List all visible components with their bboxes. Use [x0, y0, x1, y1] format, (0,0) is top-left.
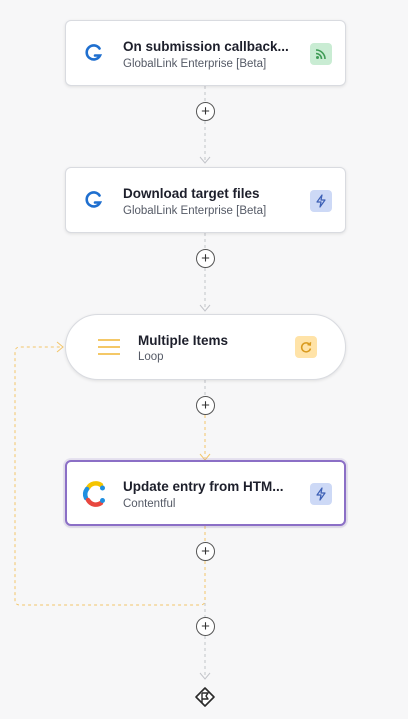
- workflow-node-update-entry[interactable]: Update entry from HTM... Contentful: [65, 460, 346, 526]
- node-title: On submission callback...: [123, 39, 289, 54]
- workflow-node-submission-callback[interactable]: On submission callback... GlobalLink Ent…: [65, 20, 346, 86]
- add-step-button[interactable]: +: [196, 102, 215, 121]
- loop-icon: [295, 336, 317, 358]
- workflow-node-download-target-files[interactable]: Download target files GlobalLink Enterpr…: [65, 167, 346, 233]
- node-title: Multiple Items: [138, 333, 229, 348]
- menu-lines-icon: [98, 339, 120, 355]
- workflow-canvas: On submission callback... GlobalLink Ent…: [0, 0, 408, 719]
- end-flag-icon: [195, 687, 215, 707]
- add-step-button[interactable]: +: [196, 249, 215, 268]
- add-step-button[interactable]: +: [196, 617, 215, 636]
- webhook-icon: [310, 43, 332, 65]
- node-subtitle: GlobalLink Enterprise [Beta]: [123, 205, 267, 217]
- globallink-icon: [85, 191, 103, 208]
- bolt-icon: [310, 190, 332, 212]
- node-subtitle: GlobalLink Enterprise [Beta]: [123, 58, 267, 70]
- globallink-icon: [85, 44, 103, 61]
- workflow-node-multiple-items-loop[interactable]: Multiple Items Loop: [65, 314, 346, 380]
- add-step-button[interactable]: +: [196, 396, 215, 415]
- bolt-icon: [310, 483, 332, 505]
- node-subtitle: Contentful: [123, 498, 176, 510]
- contentful-icon: [83, 481, 105, 507]
- node-title: Update entry from HTM...: [123, 479, 284, 494]
- add-step-button[interactable]: +: [196, 542, 215, 561]
- node-subtitle: Loop: [138, 351, 164, 363]
- node-title: Download target files: [123, 186, 260, 201]
